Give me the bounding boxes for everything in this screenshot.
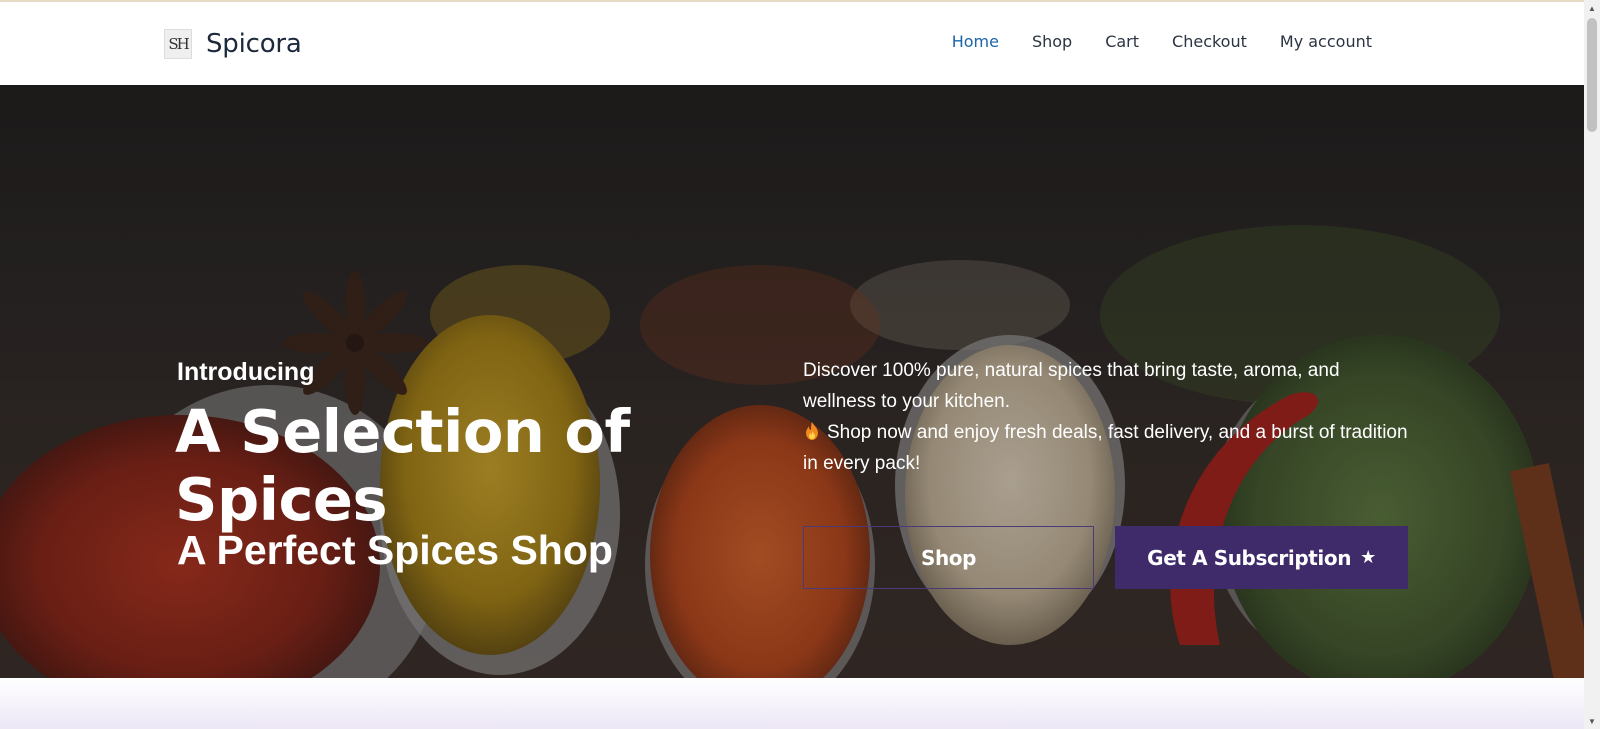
hero-description-2-row: Shop now and enjoy fresh deals, fast del… bbox=[803, 417, 1413, 479]
get-subscription-button[interactable]: Get A Subscription ★ bbox=[1115, 526, 1408, 589]
shop-button[interactable]: Shop bbox=[803, 526, 1094, 589]
hero-section: Introducing A Selection of Spices A Perf… bbox=[0, 85, 1584, 678]
nav-my-account[interactable]: My account bbox=[1280, 32, 1372, 51]
hero-description-2: Shop now and enjoy fresh deals, fast del… bbox=[803, 422, 1408, 474]
shop-button-label: Shop bbox=[920, 545, 977, 570]
nav-shop[interactable]: Shop bbox=[1032, 32, 1072, 51]
site-header: SH Spicora Home Shop Cart Checkout My ac… bbox=[0, 2, 1584, 85]
nav-cart[interactable]: Cart bbox=[1105, 32, 1139, 51]
scroll-up-arrow-icon[interactable]: ▲ bbox=[1584, 0, 1600, 16]
hero-description: Discover 100% pure, natural spices that … bbox=[803, 355, 1413, 479]
site-title[interactable]: Spicora bbox=[206, 29, 302, 59]
nav-home[interactable]: Home bbox=[952, 32, 999, 51]
hero-subline: A Perfect Spices Shop bbox=[177, 527, 613, 573]
site-logo[interactable]: SH bbox=[164, 29, 192, 59]
scrollbar-thumb[interactable] bbox=[1587, 18, 1597, 132]
main-nav: Home Shop Cart Checkout My account bbox=[919, 32, 1372, 51]
star-icon: ★ bbox=[1360, 547, 1376, 568]
scroll-down-arrow-icon[interactable]: ▼ bbox=[1584, 713, 1600, 729]
subscription-button-label: Get A Subscription bbox=[1147, 545, 1352, 570]
hero-intro: Introducing bbox=[177, 358, 315, 386]
nav-checkout[interactable]: Checkout bbox=[1172, 32, 1247, 51]
page-scrollbar[interactable]: ▲ ▼ bbox=[1584, 0, 1600, 729]
next-section bbox=[0, 678, 1584, 729]
hero-headline: A Selection of Spices bbox=[175, 397, 630, 534]
fire-icon bbox=[806, 422, 818, 440]
brand-link[interactable]: SH Spicora bbox=[164, 26, 302, 62]
hero-description-1: Discover 100% pure, natural spices that … bbox=[803, 360, 1340, 412]
